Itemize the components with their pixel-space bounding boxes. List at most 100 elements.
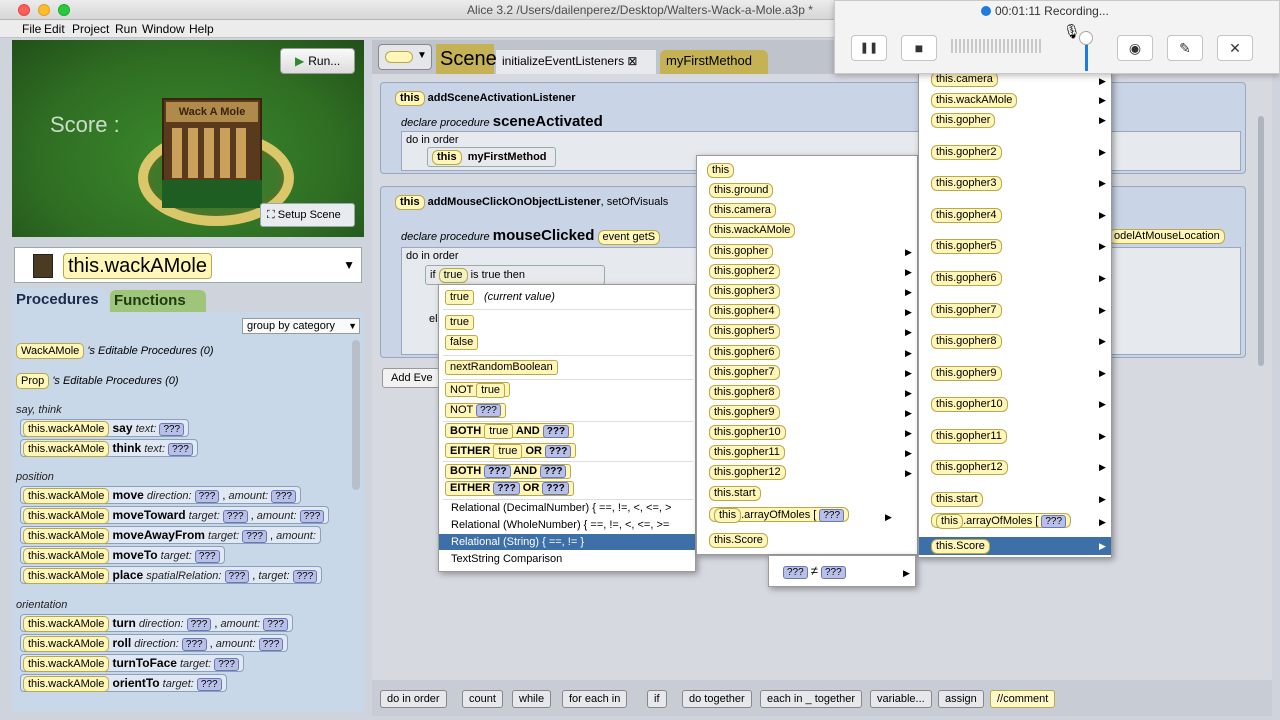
menu-item-gopher9[interactable]: this.gopher9 (931, 364, 1002, 382)
menu-item-true-current[interactable]: true (current value) (445, 288, 555, 306)
menu-item-gopher10[interactable]: this.gopher10 (931, 395, 1008, 413)
tab-initialize-event-listeners[interactable]: initializeEventListeners ⊠ (496, 50, 656, 74)
procedure-think[interactable]: this.wackAMole think text: ??? (20, 439, 198, 457)
menu-item-score[interactable]: this.Score (931, 537, 990, 555)
placeholder-value[interactable]: ??? (181, 638, 207, 651)
menu-item-score[interactable]: this.Score (709, 531, 768, 549)
menu-item-gopher3[interactable]: this.gopher3 (931, 174, 1002, 192)
tab-procedures[interactable]: Procedures (12, 288, 108, 312)
not-equal-expression[interactable]: ??? ≠ ??? (783, 562, 846, 580)
menu-item-gopher8[interactable]: this.gopher8 (709, 383, 780, 401)
group-by-select[interactable]: group by category ▼ (242, 318, 360, 334)
menu-item-gopher9[interactable]: this.gopher9 (709, 403, 780, 421)
placeholder-value[interactable]: ??? (242, 530, 267, 543)
placeholder-value[interactable]: ??? (299, 510, 325, 523)
menu-item-gopher3[interactable]: this.gopher3 (709, 282, 780, 300)
model-at-mouse-chip[interactable]: odelAtMouseLocation (1109, 229, 1225, 244)
control-count[interactable]: count (462, 690, 503, 708)
menu-item-gopher12[interactable]: this.gopher12 (709, 463, 786, 481)
menu-item-relational-string[interactable]: Relational (String) { ==, != } (451, 533, 584, 551)
menu-item-ground[interactable]: this.ground (709, 181, 774, 199)
placeholder-value[interactable]: ??? (196, 678, 222, 691)
procedure-moveto[interactable]: this.wackAMole moveTo target: ??? (20, 546, 225, 564)
menu-item-gopher10[interactable]: this.gopher10 (709, 423, 786, 441)
menu-item-textstring-comparison[interactable]: TextString Comparison (451, 550, 562, 568)
placeholder-value[interactable]: ??? (194, 550, 220, 563)
menu-item-array-of-moles[interactable]: this .arrayOfMoles [ ??? (709, 506, 850, 524)
tab-my-first-method[interactable]: myFirstMethod (660, 50, 768, 74)
placeholder-value[interactable]: ??? (168, 443, 193, 456)
menu-item-camera[interactable]: this.camera (709, 201, 776, 219)
menu-item-gopher8[interactable]: this.gopher8 (931, 332, 1002, 350)
procedure-turntoface[interactable]: this.wackAMole turnToFace target: ??? (20, 654, 244, 672)
menu-item-array-of-moles[interactable]: this .arrayOfMoles [ ??? (931, 512, 1072, 530)
placeholder-value[interactable]: ??? (194, 490, 220, 503)
menu-item-start[interactable]: this.start (931, 490, 983, 508)
placeholder-value[interactable]: ??? (263, 618, 288, 631)
setup-scene-button[interactable]: ⛶ Setup Scene (260, 203, 355, 227)
menu-item-this[interactable]: this (707, 161, 735, 179)
menu-item-gopher6[interactable]: this.gopher6 (709, 343, 780, 361)
menu-item-gopher[interactable]: this.gopher (709, 242, 774, 260)
menu-item-gopher7[interactable]: this.gopher7 (931, 301, 1002, 319)
procedure-roll[interactable]: this.wackAMole roll direction: ??? , amo… (20, 634, 289, 652)
menu-item-gopher11[interactable]: this.gopher11 (709, 443, 785, 461)
menu-item-relational-decimal[interactable]: Relational (DecimalNumber) { ==, !=, <, … (451, 499, 671, 517)
editor-scrollbar[interactable] (1258, 116, 1264, 366)
menu-item-gopher7[interactable]: this.gopher7 (709, 363, 780, 381)
procedure-moveawayfrom[interactable]: this.wackAMole moveAwayFrom target: ??? … (20, 526, 321, 544)
placeholder-value[interactable]: ??? (222, 510, 248, 523)
object-selector[interactable]: this.wackAMole ▼ (14, 247, 362, 283)
procedure-say[interactable]: this.wackAMole say text: ??? (20, 419, 190, 437)
menu-item-wackamole[interactable]: this.wackAMole (709, 221, 796, 239)
placeholder-value[interactable]: ??? (224, 570, 250, 583)
menu-window[interactable]: Window (142, 22, 185, 36)
menu-file[interactable]: File (22, 22, 41, 36)
menu-item-gopher4[interactable]: this.gopher4 (709, 302, 780, 320)
menu-item-gopher5[interactable]: this.gopher5 (931, 237, 1002, 255)
control-do-together[interactable]: do together (682, 690, 752, 708)
procedures-scrollbar[interactable] (352, 340, 360, 490)
menu-item-next-random-boolean[interactable]: nextRandomBoolean (445, 358, 558, 376)
placeholder-value[interactable]: ??? (271, 490, 296, 503)
menu-item-both-placeholder[interactable]: BOTH ??? AND ??? (445, 462, 572, 480)
class-chip[interactable]: WackAMole (16, 343, 85, 359)
event-param-chip[interactable]: event getS (597, 230, 661, 245)
menu-item-start[interactable]: this.start (709, 484, 761, 502)
menu-help[interactable]: Help (189, 22, 214, 36)
tab-functions[interactable]: Functions (110, 290, 206, 312)
menu-item-gopher2[interactable]: this.gopher2 (931, 143, 1002, 161)
menu-item-gopher4[interactable]: this.gopher4 (931, 206, 1002, 224)
control-comment[interactable]: //comment (990, 690, 1056, 708)
menu-item-not-true[interactable]: NOT true (445, 381, 511, 399)
menu-item-not-placeholder[interactable]: NOT ??? (445, 401, 506, 419)
if-block[interactable]: if true is true then (425, 265, 605, 285)
menu-item-wackamole[interactable]: this.wackAMole (931, 91, 1018, 109)
procedure-place[interactable]: this.wackAMole place spatialRelation: ??… (20, 566, 323, 584)
placeholder-value[interactable]: ??? (292, 570, 318, 583)
close-recording-button[interactable]: ✕ (1217, 35, 1253, 61)
add-event-listener-button[interactable]: Add Eve (382, 368, 442, 388)
menu-item-false[interactable]: false (445, 333, 479, 351)
procedure-orientto[interactable]: this.wackAMole orientTo target: ??? (20, 674, 227, 692)
placeholder-value[interactable]: ??? (186, 618, 212, 631)
menu-edit[interactable]: Edit (44, 22, 65, 36)
menu-item-relational-whole[interactable]: Relational (WholeNumber) { ==, !=, <, <=… (451, 516, 669, 534)
procedure-move[interactable]: this.wackAMole move direction: ??? , amo… (20, 486, 301, 504)
camera-button[interactable]: ◉ (1117, 35, 1153, 61)
control-variable[interactable]: variable... (870, 690, 932, 708)
control-assign[interactable]: assign (938, 690, 984, 708)
placeholder-value[interactable]: ??? (258, 638, 284, 651)
run-button[interactable]: ▶ Run... (280, 48, 355, 74)
control-do-in-order[interactable]: do in order (380, 690, 447, 708)
tab-scene[interactable]: Scene (436, 44, 497, 74)
stop-recording-button[interactable]: ■ (901, 35, 937, 61)
menu-item-true[interactable]: true (445, 313, 474, 331)
control-while[interactable]: while (512, 690, 552, 708)
placeholder-value[interactable]: ??? (214, 658, 239, 671)
annotate-button[interactable]: ✎ (1167, 35, 1203, 61)
menu-item-either-true[interactable]: EITHER true OR ??? (445, 442, 577, 460)
control-if[interactable]: if (647, 690, 667, 708)
dropdown-arrow-icon[interactable]: ▼ (343, 258, 355, 272)
class-chip[interactable]: Prop (16, 373, 50, 389)
